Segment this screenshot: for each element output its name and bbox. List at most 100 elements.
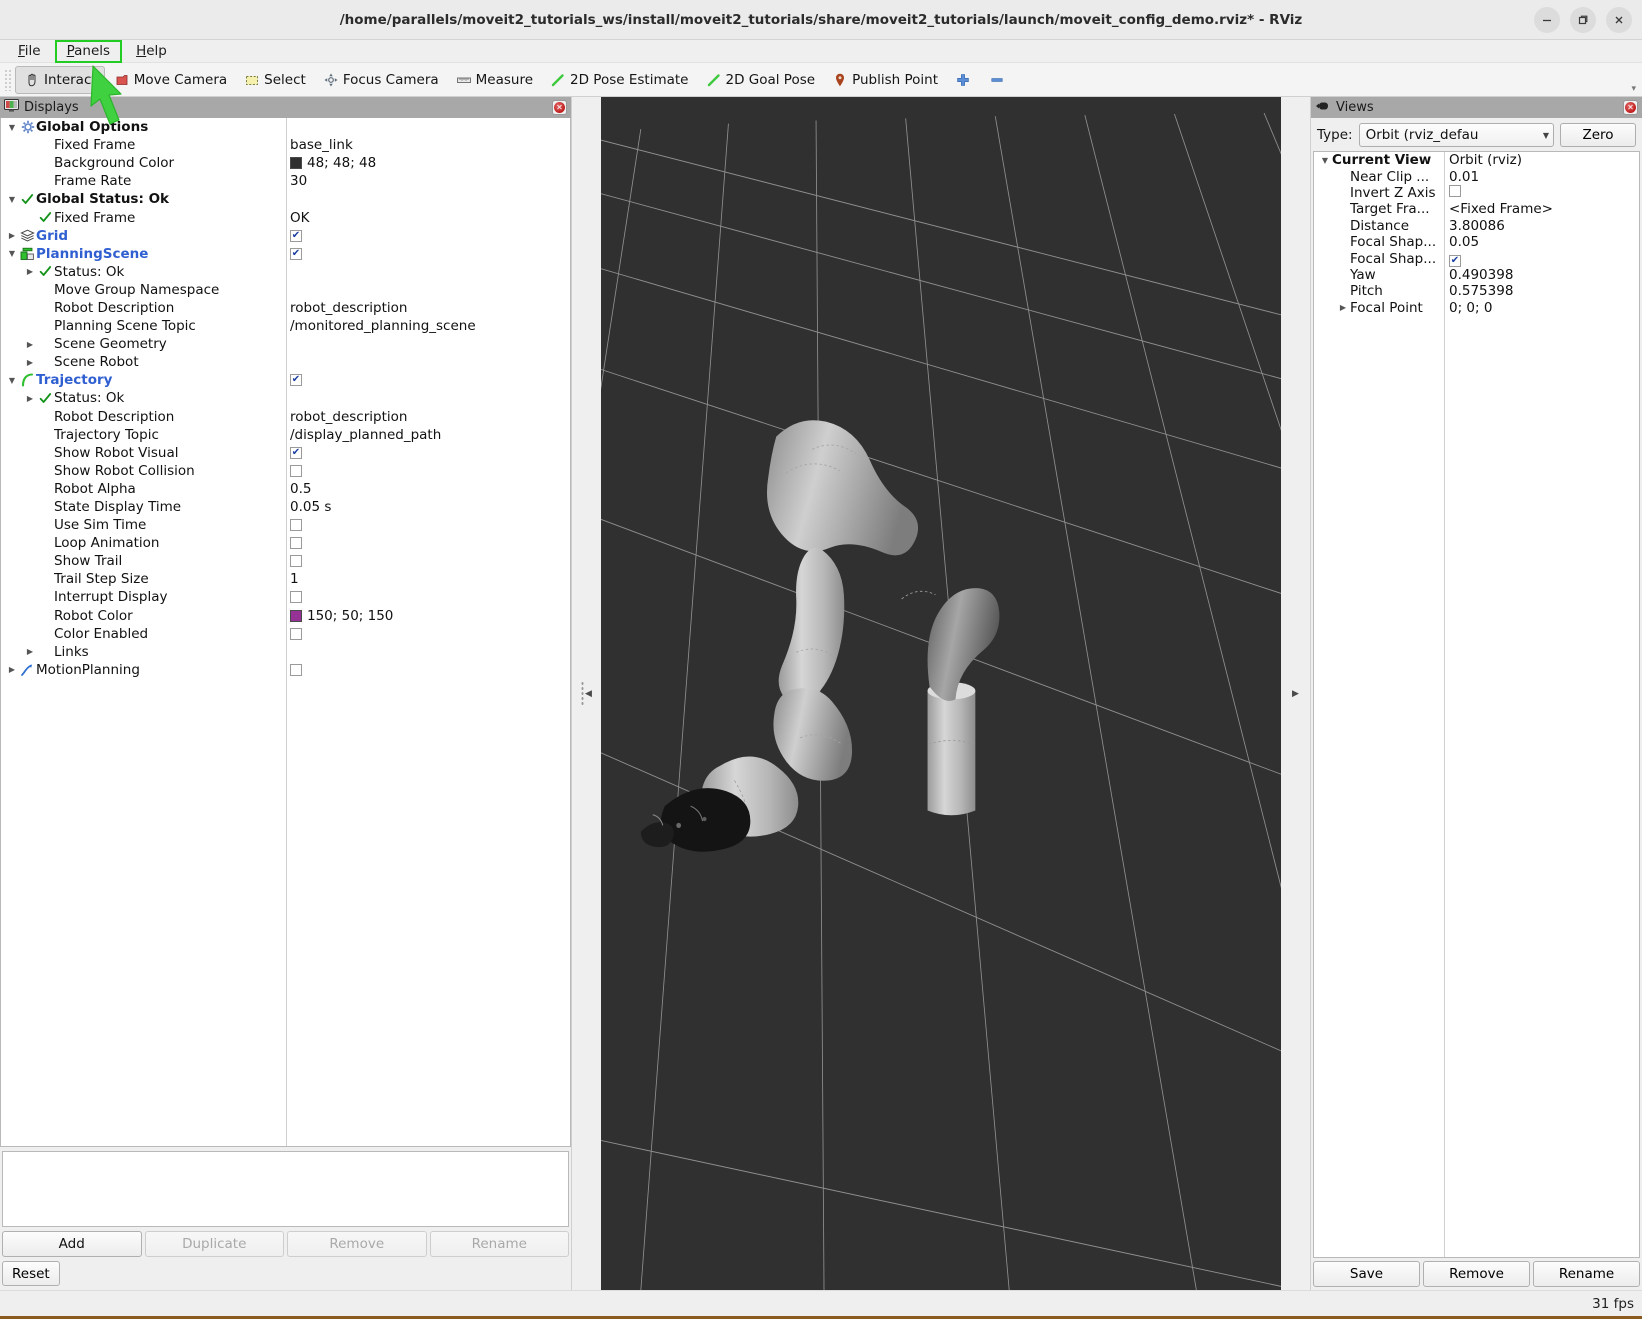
views-panel-header: Views ✕ — [1311, 97, 1642, 118]
view-row-focal-point[interactable]: ▶ Focal Point 0; 0; 0 — [1314, 300, 1639, 316]
tool-move-camera[interactable]: Move Camera — [105, 66, 235, 94]
planning-scene-icon — [19, 247, 36, 261]
views-close-button[interactable]: ✕ — [1623, 100, 1638, 115]
expander-collapse-icon[interactable]: ▼ — [5, 195, 19, 204]
display-row-show-robot-visual-checkbox[interactable] — [290, 446, 302, 459]
3d-render-view[interactable] — [601, 97, 1281, 1290]
expander-expand-icon[interactable]: ▶ — [23, 340, 37, 349]
expander-expand-icon[interactable]: ▶ — [1336, 303, 1350, 312]
display-row-robot-alpha-text: 0.5 — [290, 480, 312, 497]
display-row-use-sim-time-checkbox[interactable] — [290, 519, 302, 532]
view-row-invert-z-axis[interactable]: Invert Z Axis — [1314, 184, 1639, 201]
tool-add-plus[interactable] — [946, 66, 980, 94]
view-row-focal-shap[interactable]: Focal Shap... 0.05 — [1314, 234, 1639, 250]
view-type-dropdown[interactable]: Orbit (rviz_defau ▼ — [1358, 123, 1554, 147]
expander-expand-icon[interactable]: ▶ — [23, 394, 37, 403]
tool-remove-minus[interactable] — [980, 66, 1014, 94]
display-row-state-display-time-name: State Display Time — [1, 499, 286, 515]
tool-select[interactable]: Select — [235, 66, 314, 94]
display-row-color-enabled-checkbox[interactable] — [290, 627, 302, 640]
display-row-global-status-ok-name: ▼ Global Status: Ok — [1, 191, 286, 207]
save-view-button[interactable]: Save — [1313, 1261, 1420, 1287]
duplicate-button[interactable]: Duplicate — [144, 1231, 284, 1257]
add-button[interactable]: Add — [2, 1231, 142, 1257]
view-row-pitch[interactable]: Pitch 0.575398 — [1314, 283, 1639, 299]
view-row-invert-z-axis-value — [1444, 184, 1639, 201]
view-row-near-clip[interactable]: Near Clip ... 0.01 — [1314, 168, 1639, 185]
tool-2d-goal-pose[interactable]: 2D Goal Pose — [697, 66, 824, 94]
display-row-show-trail-checkbox[interactable] — [290, 555, 302, 568]
remove-button[interactable]: Remove — [287, 1231, 427, 1257]
tool-measure[interactable]: Measure — [447, 66, 541, 94]
display-row-robot-color-color-swatch[interactable] — [290, 609, 302, 622]
display-row-motionplanning-checkbox[interactable] — [290, 663, 302, 676]
tool-publish-point[interactable]: Publish Point — [823, 66, 946, 94]
menu-file-label: ile — [24, 42, 41, 59]
left-splitter-handle[interactable]: ◀ — [572, 97, 601, 1290]
expander-collapse-icon[interactable]: ▼ — [5, 249, 19, 258]
menu-file[interactable]: File — [6, 40, 53, 63]
view-row-focal-shap[interactable]: Focal Shap... — [1314, 250, 1639, 267]
remove-view-button[interactable]: Remove — [1423, 1261, 1530, 1287]
display-row-show-robot-collision-checkbox[interactable] — [290, 464, 302, 477]
expander-collapse-icon[interactable]: ▼ — [5, 123, 19, 132]
expander-collapse-icon[interactable]: ▼ — [1318, 156, 1332, 165]
displays-close-button[interactable]: ✕ — [552, 100, 567, 115]
display-row-grid-checkbox[interactable] — [290, 229, 302, 242]
displays-tree[interactable]: ▼ Global Options Fixed Frame base_link Backg… — [0, 118, 571, 1147]
view-row-invert-z-axis-checkbox[interactable] — [1449, 184, 1461, 197]
view-row-distance[interactable]: Distance 3.80086 — [1314, 218, 1639, 234]
expander-expand-icon[interactable]: ▶ — [5, 231, 19, 240]
reset-button[interactable]: Reset — [2, 1261, 60, 1286]
minimize-icon[interactable] — [1534, 6, 1560, 33]
expander-expand-icon[interactable]: ▶ — [23, 647, 37, 656]
tool-2d-pose-estimate[interactable]: 2D Pose Estimate — [541, 66, 696, 94]
display-row-robot-alpha-value: 0.5 — [286, 481, 570, 497]
display-row-motionplanning-label: MotionPlanning — [36, 661, 140, 678]
maximize-icon[interactable] — [1570, 6, 1596, 33]
display-row-status-ok-label: Status: Ok — [54, 390, 125, 407]
display-row-state-display-time-text: 0.05 s — [290, 499, 332, 516]
view-row-focal-shap-label: Focal Shap... — [1350, 234, 1437, 251]
status-bar: 31 fps — [0, 1290, 1642, 1316]
expander-expand-icon[interactable]: ▶ — [23, 358, 37, 367]
tool-interact[interactable]: Interact — [15, 65, 105, 94]
display-row-robot-description-label: Robot Description — [54, 408, 175, 425]
expander-expand-icon[interactable]: ▶ — [23, 267, 37, 276]
check-icon — [37, 211, 54, 224]
display-row-loop-animation-checkbox[interactable] — [290, 537, 302, 550]
tool-focus-camera[interactable]: Focus Camera — [314, 66, 447, 94]
toolbar-grip[interactable] — [4, 68, 13, 91]
zero-button[interactable]: Zero — [1560, 123, 1636, 147]
display-row-state-display-time-label: State Display Time — [54, 499, 182, 516]
right-splitter-handle[interactable]: ▶ — [1281, 97, 1310, 1290]
expander-expand-icon[interactable]: ▶ — [5, 665, 19, 674]
view-row-current-view[interactable]: ▼ Current View Orbit (rviz) — [1314, 152, 1639, 168]
rename-view-button[interactable]: Rename — [1533, 1261, 1640, 1287]
views-tree[interactable]: ▼ Current View Orbit (rviz) Near Clip ... 0.… — [1313, 151, 1640, 1258]
displays-panel-header: Displays ✕ — [0, 97, 571, 118]
view-row-yaw[interactable]: Yaw 0.490398 — [1314, 267, 1639, 283]
rename-button[interactable]: Rename — [429, 1231, 569, 1257]
close-icon[interactable] — [1606, 6, 1632, 33]
display-row-background-color-color-swatch[interactable] — [290, 157, 302, 170]
chevron-left-icon[interactable]: ◀ — [585, 689, 592, 699]
menu-panels[interactable]: Panels — [54, 39, 123, 63]
views-column-splitter[interactable] — [1444, 152, 1445, 1257]
chevron-right-icon[interactable]: ▶ — [1292, 689, 1299, 699]
view-row-pitch-label: Pitch — [1350, 283, 1383, 300]
display-row-planningscene-checkbox[interactable] — [290, 247, 302, 260]
window-titlebar: /home/parallels/moveit2_tutorials_ws/ins… — [0, 0, 1642, 40]
displays-column-splitter[interactable] — [286, 118, 287, 1146]
display-row-trajectory-checkbox[interactable] — [290, 374, 302, 387]
toolbar-overflow-icon[interactable]: ▾ — [1631, 84, 1636, 94]
display-row-interrupt-display-checkbox[interactable] — [290, 591, 302, 604]
view-row-focal-shap-checkbox[interactable] — [1449, 254, 1461, 267]
expander-collapse-icon[interactable]: ▼ — [5, 376, 19, 385]
display-row-show-robot-collision-label: Show Robot Collision — [54, 462, 195, 479]
view-row-focal-shap-name: Focal Shap... — [1314, 234, 1444, 250]
display-row-robot-alpha-name: Robot Alpha — [1, 481, 286, 497]
view-row-target-fra[interactable]: Target Fra... <Fixed Frame> — [1314, 201, 1639, 217]
menu-help[interactable]: Help — [124, 40, 179, 63]
tool-2d-goal-pose-label: 2D Goal Pose — [725, 71, 816, 88]
